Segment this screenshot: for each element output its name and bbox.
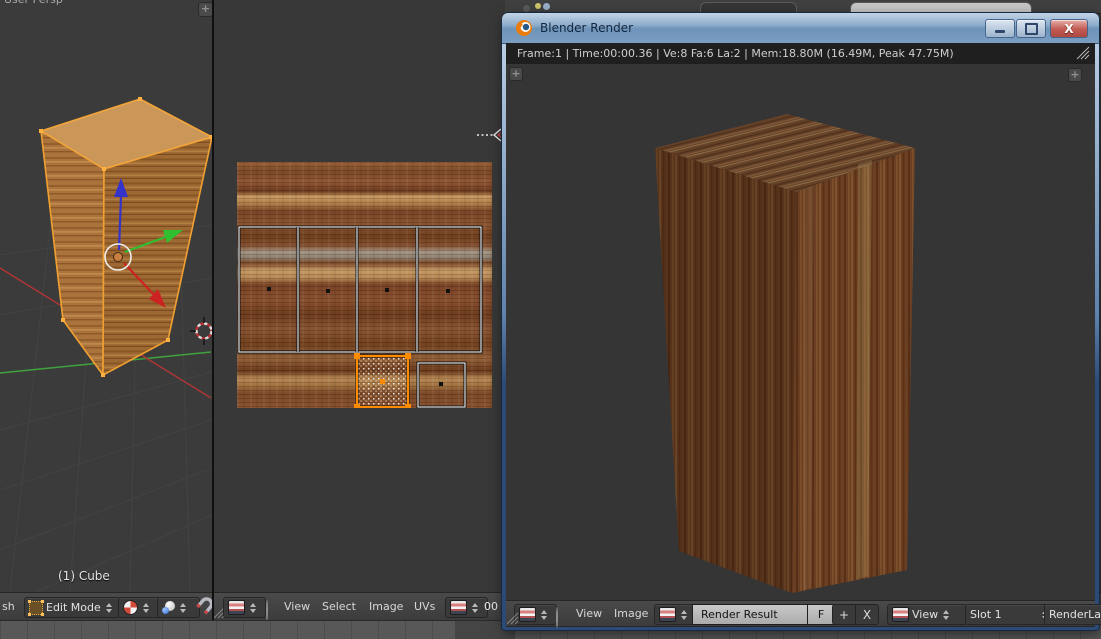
- pivot-icon: [123, 600, 138, 615]
- blender-screen: User Persp (1) Cube + + + sh Edit Mode: [0, 0, 1101, 639]
- uv-island-bottom-face[interactable]: [418, 363, 465, 407]
- uv-menu-image[interactable]: Image: [369, 593, 403, 620]
- image-datablock-dropdown[interactable]: [445, 597, 488, 618]
- x-icon: X: [863, 608, 871, 622]
- pivot-dropdown[interactable]: [118, 597, 161, 618]
- window-titlebar[interactable]: Blender Render X: [502, 13, 1099, 44]
- expand-region-button-render-right[interactable]: +: [1068, 68, 1082, 82]
- viewport-3d-header: sh Edit Mode: [0, 592, 213, 622]
- chevron-updown-icon: [180, 603, 186, 613]
- image-datablock-dropdown[interactable]: [654, 604, 694, 625]
- render-window-header: View Image Render Result F + X View: [506, 600, 1095, 627]
- mode-dropdown[interactable]: Edit Mode: [24, 597, 120, 618]
- image-name-field[interactable]: 00: [484, 593, 498, 620]
- background-dot-icon: [523, 5, 530, 12]
- shading-dropdown[interactable]: [157, 597, 200, 618]
- background-dot-icon: [543, 3, 550, 10]
- editmode-vertex-icon: [29, 601, 43, 615]
- image-editor-icon: [519, 607, 536, 622]
- editor-type-dropdown[interactable]: [223, 597, 266, 618]
- mode-label: Edit Mode: [46, 601, 101, 614]
- minimize-button[interactable]: [985, 19, 1015, 38]
- expand-region-button-3dview[interactable]: +: [198, 2, 213, 17]
- shading-icon: [162, 601, 175, 614]
- uv-menu-uvs[interactable]: UVs: [414, 593, 435, 620]
- view-mode-dropdown[interactable]: View: [887, 604, 967, 625]
- viewport-3d[interactable]: User Persp (1) Cube: [0, 0, 212, 592]
- image-editor-icon: [228, 600, 245, 615]
- background-dot-icon: [535, 3, 541, 9]
- cube-left-face: [41, 131, 104, 375]
- pin-icon[interactable]: [266, 600, 268, 621]
- window-corner-grip[interactable]: [507, 613, 519, 625]
- uv-menu-select[interactable]: Select: [322, 593, 356, 620]
- render-menu-view[interactable]: View: [576, 601, 602, 626]
- view-mode-icon: [892, 607, 909, 622]
- editor-type-dropdown[interactable]: [514, 604, 557, 625]
- expand-region-button-render-left[interactable]: +: [509, 67, 523, 81]
- cursor-3d[interactable]: [190, 317, 212, 345]
- chevron-updown-icon: [541, 610, 547, 620]
- chevron-updown-icon: [681, 610, 687, 620]
- background-header-strip: [505, 0, 1101, 14]
- uv-island-top-face-selected[interactable]: [354, 353, 411, 408]
- chevron-updown-icon: [472, 603, 478, 613]
- plus-icon: +: [839, 608, 849, 622]
- render-result-area[interactable]: + +: [506, 64, 1095, 600]
- render-stats-text: Frame:1 | Time:00:00.36 | Ve:8 Fa:6 La:2…: [506, 47, 954, 60]
- image-datablock-icon: [659, 607, 676, 622]
- render-menu-image[interactable]: Image: [614, 601, 648, 626]
- chevron-updown-icon: [943, 610, 949, 620]
- chevron-updown-icon: [250, 603, 256, 613]
- render-layer-dropdown[interactable]: RenderLayer: [1044, 604, 1101, 625]
- uv-island-sides[interactable]: [239, 227, 481, 352]
- close-button[interactable]: X: [1050, 19, 1088, 38]
- uv-menu-view[interactable]: View: [284, 593, 310, 620]
- cursor-2d[interactable]: [477, 128, 503, 142]
- blender-logo-icon: [515, 19, 533, 37]
- window-title: Blender Render: [540, 13, 633, 43]
- frame-highlight: [1095, 43, 1099, 383]
- rendered-box: [655, 114, 915, 593]
- render-stats-bar: Frame:1 | Time:00:00.36 | Ve:8 Fa:6 La:2…: [506, 43, 1095, 64]
- unlink-image-button[interactable]: X: [855, 604, 879, 625]
- image-name-field[interactable]: Render Result: [692, 604, 820, 625]
- maximize-button[interactable]: [1016, 19, 1046, 38]
- active-object-label: (1) Cube: [58, 569, 110, 583]
- viewport-label: User Persp: [4, 0, 63, 6]
- mesh-menu[interactable]: sh: [2, 593, 15, 620]
- chevron-updown-icon: [143, 603, 149, 613]
- new-image-button[interactable]: +: [832, 604, 856, 625]
- image-datablock-icon: [450, 600, 467, 615]
- pin-icon[interactable]: [556, 607, 558, 628]
- blender-render-window[interactable]: Blender Render X Frame:1 | Time:00:00.36…: [502, 13, 1099, 630]
- fake-user-button[interactable]: F: [807, 604, 835, 625]
- snap-magnet-icon[interactable]: [196, 597, 212, 617]
- edit-cube[interactable]: [41, 99, 212, 375]
- slot-dropdown[interactable]: Slot 1: [965, 604, 1053, 625]
- region-corner-grip[interactable]: [1075, 45, 1091, 61]
- chevron-updown-icon: [106, 603, 112, 613]
